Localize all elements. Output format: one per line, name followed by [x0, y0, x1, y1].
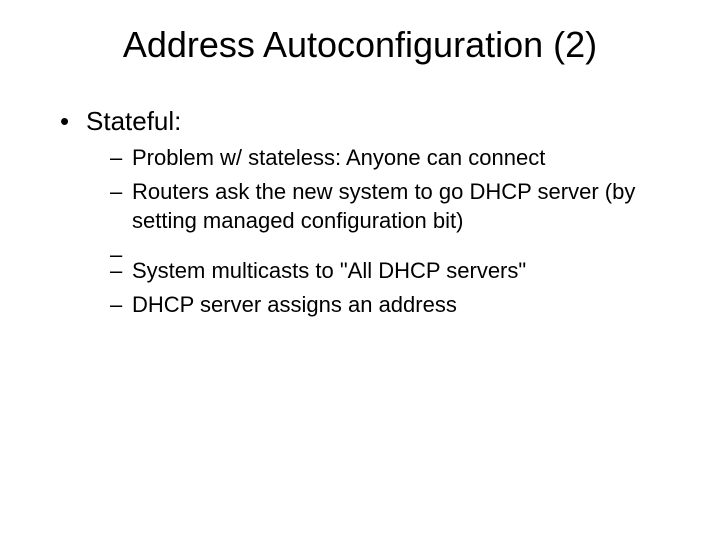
spacer — [110, 240, 690, 252]
bullet-text: System multicasts to "All DHCP servers" — [132, 258, 526, 283]
slide-title: Address Autoconfiguration (2) — [30, 24, 690, 66]
list-item: Stateful: Problem w/ stateless: Anyone c… — [60, 106, 690, 319]
list-item: Problem w/ stateless: Anyone can connect — [110, 143, 690, 173]
bullet-text: Routers ask the new system to go DHCP se… — [132, 179, 635, 234]
list-item: DHCP server assigns an address — [110, 290, 690, 320]
list-item: Routers ask the new system to go DHCP se… — [110, 177, 690, 236]
bullet-text: Stateful: — [86, 106, 181, 136]
bullet-text: Problem w/ stateless: Anyone can connect — [132, 145, 545, 170]
bullet-text: DHCP server assigns an address — [132, 292, 457, 317]
bullet-list-level1: Stateful: Problem w/ stateless: Anyone c… — [30, 106, 690, 319]
slide: Address Autoconfiguration (2) Stateful: … — [0, 0, 720, 540]
list-item: System multicasts to "All DHCP servers" — [110, 256, 690, 286]
bullet-list-level2: Problem w/ stateless: Anyone can connect… — [86, 143, 690, 319]
